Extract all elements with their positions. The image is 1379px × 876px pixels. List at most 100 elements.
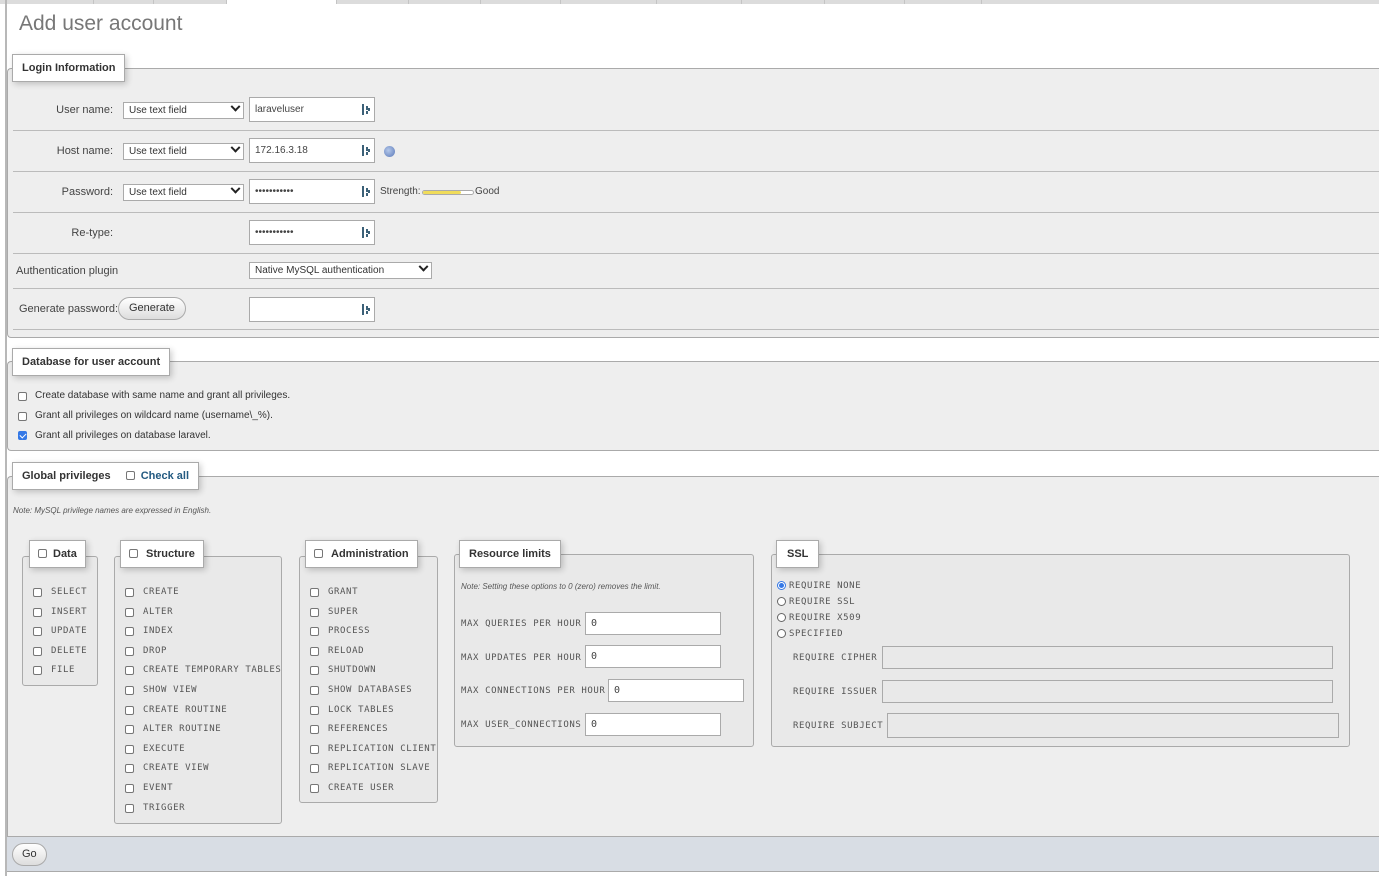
- privilege-checkbox[interactable]: [310, 744, 319, 754]
- password-manager-icon[interactable]: [362, 227, 370, 238]
- require-none-radio[interactable]: [777, 581, 786, 590]
- privilege-checkbox[interactable]: [310, 627, 319, 637]
- require-subject-input[interactable]: [887, 713, 1339, 738]
- user-name-input[interactable]: laraveluser: [249, 97, 375, 122]
- privilege-label: REPLICATION SLAVE: [328, 763, 431, 774]
- password-manager-icon[interactable]: [362, 304, 370, 315]
- administration-privileges-box: GRANT SUPER PROCESS RELOAD SHUTDOWN SHOW DATA…: [299, 556, 438, 803]
- tab[interactable]: [337, 0, 409, 4]
- require-issuer-input[interactable]: [882, 680, 1333, 703]
- password-mode-select[interactable]: Use text field: [123, 183, 244, 201]
- privilege-checkbox[interactable]: [310, 646, 319, 656]
- max-user-connections-input[interactable]: 0: [585, 713, 721, 736]
- max-connections-label: MAX CONNECTIONS PER HOUR: [461, 686, 606, 696]
- privilege-label: INDEX: [143, 626, 174, 637]
- password-manager-icon[interactable]: [362, 104, 370, 115]
- wildcard-checkbox[interactable]: [18, 412, 27, 421]
- go-button[interactable]: Go: [12, 843, 47, 866]
- privilege-checkbox[interactable]: [310, 686, 319, 695]
- privilege-label: EVENT: [143, 783, 174, 793]
- resource-limits-box: Note: Setting these options to 0 (zero) …: [454, 554, 754, 747]
- privilege-label: UPDATE: [51, 626, 88, 637]
- structure-check-all-checkbox[interactable]: [129, 549, 138, 558]
- privilege-label: SUPER: [328, 606, 359, 617]
- create-db-checkbox[interactable]: [18, 392, 27, 401]
- password-manager-icon[interactable]: [362, 145, 370, 156]
- check-all-label[interactable]: Check all: [141, 470, 189, 482]
- grant-db-checkbox[interactable]: [18, 431, 27, 440]
- privilege-checkbox[interactable]: [125, 607, 134, 617]
- privilege-label: SHUTDOWN: [328, 665, 377, 676]
- password-input[interactable]: •••••••••••: [249, 179, 375, 204]
- strength-label: Strength:: [380, 186, 421, 197]
- tab[interactable]: [0, 0, 94, 4]
- privilege-checkbox[interactable]: [125, 627, 134, 637]
- privilege-checkbox[interactable]: [33, 607, 42, 617]
- privilege-checkbox[interactable]: [125, 646, 134, 656]
- privilege-checkbox[interactable]: [310, 705, 319, 715]
- require-subject-label: REQUIRE SUBJECT: [793, 721, 884, 731]
- privilege-checkbox[interactable]: [310, 607, 319, 617]
- administration-legend-label: Administration: [331, 548, 409, 560]
- retype-input[interactable]: •••••••••••: [249, 220, 375, 245]
- host-name-mode-select[interactable]: Use text field: [123, 142, 244, 160]
- password-manager-icon[interactable]: [362, 186, 370, 197]
- max-queries-input[interactable]: 0: [585, 612, 721, 635]
- privilege-checkbox[interactable]: [33, 666, 42, 676]
- host-name-input[interactable]: 172.16.3.18: [249, 138, 375, 163]
- privilege-checkbox[interactable]: [33, 646, 42, 656]
- max-updates-input[interactable]: 0: [585, 645, 721, 668]
- require-x509-radio[interactable]: [777, 613, 786, 622]
- tab-active[interactable]: [227, 0, 337, 4]
- auth-plugin-select[interactable]: Native MySQL authentication: [249, 261, 432, 279]
- user-name-mode-select[interactable]: Use text field: [123, 101, 244, 119]
- help-icon[interactable]: [384, 146, 395, 157]
- tab[interactable]: [825, 0, 905, 4]
- retype-row: Re-type: •••••••••••: [13, 213, 1379, 254]
- tab[interactable]: [409, 0, 481, 4]
- generated-password-input[interactable]: [249, 297, 375, 322]
- check-all-checkbox[interactable]: [125, 471, 135, 480]
- tab[interactable]: [481, 0, 561, 4]
- tab[interactable]: [742, 0, 825, 4]
- login-information-legend: Login Information: [12, 54, 126, 82]
- privilege-checkbox[interactable]: [125, 705, 134, 715]
- privilege-checkbox[interactable]: [310, 725, 319, 735]
- privilege-checkbox[interactable]: [125, 764, 134, 774]
- administration-check-all-checkbox[interactable]: [314, 549, 323, 558]
- privilege-checkbox[interactable]: [310, 666, 319, 676]
- privilege-label: REPLICATION CLIENT: [328, 743, 437, 754]
- max-connections-input[interactable]: 0: [608, 679, 744, 702]
- privilege-label: ALTER: [143, 606, 174, 617]
- resource-limits-note: Note: Setting these options to 0 (zero) …: [461, 582, 661, 591]
- privilege-checkbox[interactable]: [125, 744, 134, 754]
- tab[interactable]: [657, 0, 742, 4]
- generate-button[interactable]: Generate: [118, 297, 186, 320]
- privilege-checkbox[interactable]: [125, 784, 134, 793]
- privilege-checkbox[interactable]: [125, 725, 134, 735]
- require-cipher-input[interactable]: [882, 646, 1333, 669]
- form-footer: Go: [7, 836, 1379, 872]
- tab[interactable]: [154, 0, 227, 4]
- privilege-checkbox[interactable]: [125, 686, 134, 695]
- retype-value: •••••••••••: [255, 227, 294, 238]
- privilege-label: SHOW DATABASES: [328, 685, 413, 695]
- privilege-checkbox[interactable]: [310, 588, 319, 597]
- privilege-checkbox[interactable]: [310, 784, 319, 793]
- wildcard-label: Grant all privileges on wildcard name (u…: [35, 410, 273, 421]
- privilege-checkbox[interactable]: [125, 803, 134, 813]
- privilege-checkbox[interactable]: [125, 588, 134, 597]
- privilege-checkbox[interactable]: [310, 764, 319, 774]
- tab[interactable]: [561, 0, 657, 4]
- require-ssl-radio[interactable]: [777, 597, 786, 606]
- structure-privileges-box: CREATE ALTER INDEX DROP CREATE TEMPORARY TAB…: [114, 556, 282, 824]
- privilege-label: TRIGGER: [143, 802, 186, 813]
- specified-radio[interactable]: [777, 629, 786, 638]
- data-check-all-checkbox[interactable]: [38, 549, 47, 558]
- require-cipher-label: REQUIRE CIPHER: [793, 653, 878, 663]
- privilege-checkbox[interactable]: [125, 666, 134, 676]
- privilege-checkbox[interactable]: [33, 588, 42, 597]
- privilege-checkbox[interactable]: [33, 627, 42, 637]
- tab[interactable]: [94, 0, 154, 4]
- tab[interactable]: [905, 0, 982, 4]
